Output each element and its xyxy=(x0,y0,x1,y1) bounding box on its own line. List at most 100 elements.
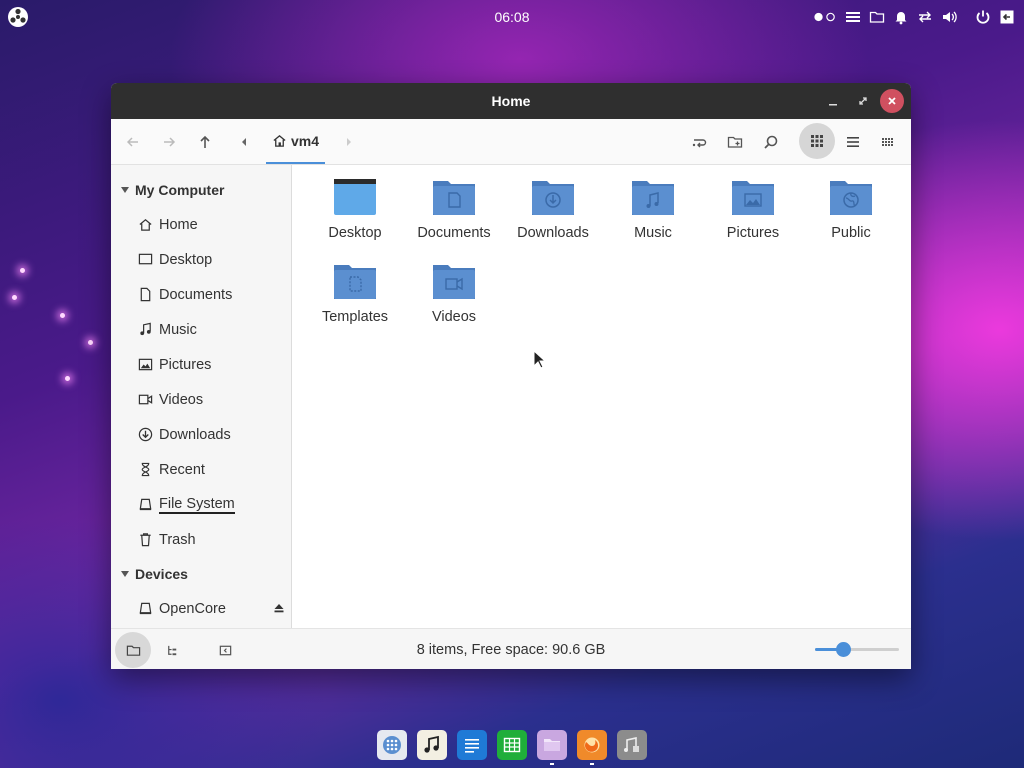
sidebar-item-documents[interactable]: Documents xyxy=(111,277,291,312)
bell-icon[interactable] xyxy=(892,8,910,26)
menu-icon[interactable] xyxy=(844,8,862,26)
up-button[interactable] xyxy=(190,127,220,157)
dock-spreadsheet[interactable] xyxy=(497,730,527,760)
section-devices[interactable]: Devices xyxy=(111,557,291,591)
dock-music-player[interactable] xyxy=(417,730,447,760)
file-item-templates[interactable]: Templates xyxy=(307,251,403,331)
logout-icon[interactable] xyxy=(998,8,1016,26)
sidebar-item-pictures[interactable]: Pictures xyxy=(111,347,291,382)
sidebar-item-videos[interactable]: Videos xyxy=(111,382,291,417)
list-view-button[interactable] xyxy=(838,127,868,157)
maximize-button[interactable] xyxy=(851,89,875,113)
sidebar-item-label: Home xyxy=(159,216,198,233)
dock-apps-launcher[interactable] xyxy=(377,730,407,760)
distro-logo-icon[interactable] xyxy=(7,6,29,28)
apps-icon xyxy=(383,736,401,754)
trash-icon xyxy=(140,533,151,547)
folder-icon[interactable] xyxy=(868,8,886,26)
breadcrumb-left-button[interactable] xyxy=(234,127,254,157)
firefox-icon xyxy=(584,737,600,753)
power-icon[interactable] xyxy=(974,8,992,26)
writer-icon xyxy=(465,739,479,753)
section-title: Devices xyxy=(135,566,188,582)
download-icon xyxy=(138,427,153,442)
breadcrumb-right-button[interactable] xyxy=(339,127,359,157)
close-button[interactable] xyxy=(880,89,904,113)
file-view[interactable]: Desktop Documents Downloads Music Pictur… xyxy=(292,165,911,628)
compact-view-button[interactable] xyxy=(873,127,903,157)
sparkle xyxy=(88,340,93,345)
sidebar-item-label: Videos xyxy=(159,391,204,408)
sidebar-item-label: Pictures xyxy=(159,356,212,373)
desktop-folder-icon xyxy=(334,179,376,215)
sidebar: My Computer Home Desktop Documents Music… xyxy=(111,165,292,628)
dock xyxy=(377,730,647,765)
file-item-videos[interactable]: Videos xyxy=(406,251,502,331)
sidebar-item-home[interactable]: Home xyxy=(111,207,291,242)
minimize-button[interactable] xyxy=(821,89,845,113)
eject-icon[interactable] xyxy=(273,602,285,614)
zoom-slider-handle[interactable] xyxy=(835,642,851,657)
breadcrumb-label: vm4 xyxy=(291,132,320,149)
pictures-folder-icon xyxy=(732,181,774,215)
zoom-slider[interactable] xyxy=(815,642,899,657)
section-my-computer[interactable]: My Computer xyxy=(111,173,291,207)
documents-folder-icon xyxy=(433,181,475,215)
forward-button[interactable] xyxy=(154,127,184,157)
downloads-folder-icon xyxy=(532,181,574,215)
drive-icon xyxy=(139,602,152,615)
file-item-desktop[interactable]: Desktop xyxy=(307,167,403,247)
dock-file-manager[interactable] xyxy=(537,730,567,765)
search-button[interactable] xyxy=(756,127,786,157)
icon-view-button[interactable] xyxy=(799,123,835,159)
sidebar-item-label: Desktop xyxy=(159,251,213,268)
sidebar-item-opencore[interactable]: OpenCore xyxy=(111,591,291,626)
desktop-icon xyxy=(138,253,153,265)
file-label: Pictures xyxy=(726,225,780,241)
title-bar[interactable]: Home xyxy=(111,83,911,119)
toggle-location-button[interactable] xyxy=(684,127,714,157)
file-label: Desktop xyxy=(328,225,382,241)
breadcrumb-home[interactable]: vm4 xyxy=(266,119,326,164)
file-label: Templates xyxy=(321,309,389,325)
collapse-icon xyxy=(121,187,129,193)
calc-icon xyxy=(503,737,521,753)
file-item-documents[interactable]: Documents xyxy=(406,167,502,247)
toggle-icon[interactable] xyxy=(812,8,838,26)
system-tray xyxy=(812,6,1016,28)
file-label: Public xyxy=(831,225,871,241)
file-label: Videos xyxy=(431,309,477,325)
file-label: Downloads xyxy=(517,225,589,241)
status-text: 8 items, Free space: 90.6 GB xyxy=(416,642,606,658)
sidebar-item-music[interactable]: Music xyxy=(111,312,291,347)
sidebar-item-downloads[interactable]: Downloads xyxy=(111,417,291,452)
network-icon[interactable] xyxy=(916,8,934,26)
sidebar-item-recent[interactable]: Recent xyxy=(111,452,291,487)
videos-folder-icon xyxy=(433,265,475,299)
document-icon xyxy=(140,287,151,302)
volume-icon[interactable] xyxy=(940,8,958,26)
file-item-music[interactable]: Music xyxy=(605,167,701,247)
sidebar-item-desktop[interactable]: Desktop xyxy=(111,242,291,277)
video-icon xyxy=(138,394,153,405)
back-button[interactable] xyxy=(118,127,148,157)
music-icon xyxy=(140,322,151,336)
files-icon xyxy=(544,739,560,751)
file-manager-window: Home vm4 My Computer Home Desktop Docume… xyxy=(111,83,911,669)
file-item-public[interactable]: Public xyxy=(803,167,899,247)
running-indicator xyxy=(550,763,554,765)
sidebar-item-trash[interactable]: Trash xyxy=(111,522,291,557)
collapse-icon xyxy=(121,571,129,577)
dock-writer[interactable] xyxy=(457,730,487,760)
sparkle xyxy=(20,268,25,273)
file-label: Music xyxy=(634,225,672,241)
sidebar-item-file-system[interactable]: File System xyxy=(111,487,291,522)
new-folder-button[interactable] xyxy=(720,127,750,157)
status-bar: 8 items, Free space: 90.6 GB xyxy=(111,628,911,669)
settings-icon xyxy=(624,737,639,752)
file-item-pictures[interactable]: Pictures xyxy=(705,167,801,247)
home-icon xyxy=(139,219,152,231)
dock-firefox[interactable] xyxy=(577,730,607,765)
file-item-downloads[interactable]: Downloads xyxy=(505,167,601,247)
dock-settings[interactable] xyxy=(617,730,647,760)
